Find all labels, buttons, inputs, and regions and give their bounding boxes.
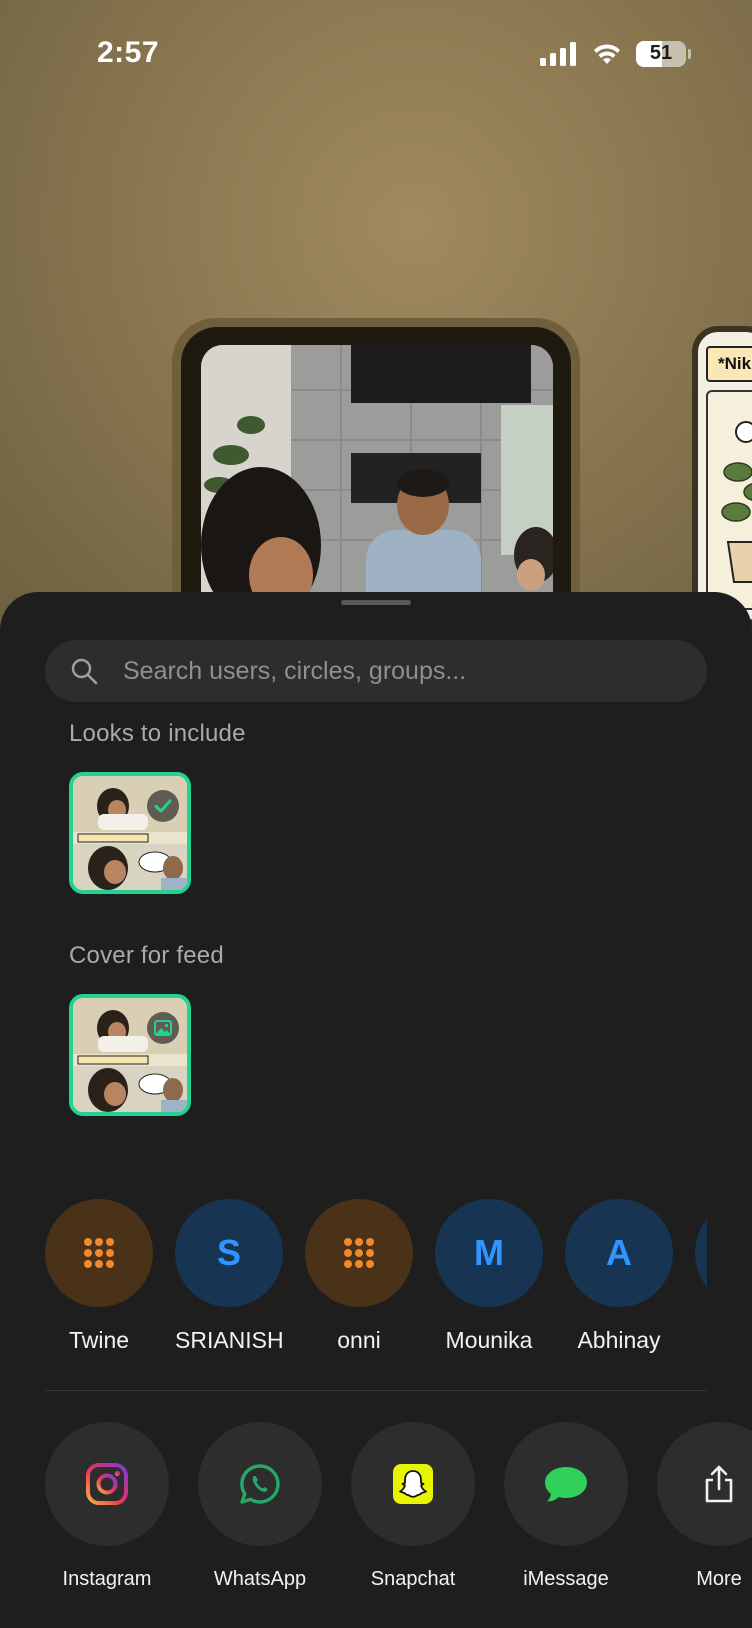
contact-name: Mounika (445, 1327, 533, 1353)
checkmark-icon (154, 799, 172, 813)
contact-abhinay[interactable]: A Abhinay (565, 1199, 673, 1354)
contact-name: Twine (68, 1327, 130, 1353)
image-icon (154, 1020, 172, 1036)
snapchat-icon (393, 1464, 433, 1504)
contact-mounika[interactable]: M Mounika (435, 1199, 543, 1354)
share-snapchat-button[interactable]: Snapchat (351, 1422, 475, 1591)
app-icon-circle (504, 1422, 628, 1546)
contact-name: onni (337, 1327, 381, 1353)
app-icon-circle (45, 1422, 169, 1546)
avatar: A (565, 1199, 673, 1307)
battery-percentage: 51 (649, 42, 673, 64)
selected-check-badge (147, 790, 179, 822)
avatar (45, 1199, 153, 1307)
battery-nub (688, 49, 691, 59)
cover-section-title: Cover for feed (69, 942, 224, 969)
contact-onni[interactable]: onni (305, 1199, 413, 1354)
recipients-row: Twine S SRIANISH onni M Mounika A Abhina… (45, 1199, 707, 1359)
share-sheet: Looks to include Cover for feed (0, 592, 752, 1628)
app-label: WhatsApp (213, 1568, 307, 1590)
share-more-button[interactable]: More (657, 1422, 752, 1591)
app-label: Instagram (62, 1568, 152, 1590)
share-whatsapp-button[interactable]: WhatsApp (198, 1422, 322, 1591)
wifi-icon (594, 44, 620, 64)
cellular-signal-icon (540, 42, 576, 66)
avatar: M (435, 1199, 543, 1307)
comic-plant-illustration (721, 421, 752, 583)
app-label: More (696, 1568, 742, 1590)
instagram-icon (86, 1463, 128, 1505)
avatar: S (175, 1199, 283, 1307)
share-imessage-button[interactable]: iMessage (504, 1422, 628, 1591)
app-label: Snapchat (370, 1568, 456, 1590)
contact-srianish[interactable]: S SRIANISH (175, 1199, 284, 1354)
look-thumbnail-selected[interactable] (69, 772, 191, 894)
status-time: 2:57 (97, 36, 160, 69)
avatar (695, 1199, 707, 1307)
avatar-initial: M (474, 1232, 504, 1273)
search-icon (71, 658, 98, 685)
comic-panel (706, 390, 752, 610)
section-divider (45, 1390, 707, 1391)
battery-indicator: 51 (636, 41, 686, 67)
contact-partial[interactable] (695, 1199, 707, 1307)
comic-caption: *Nik (706, 346, 752, 382)
contact-name: Abhinay (577, 1327, 661, 1353)
app-icon-circle (657, 1422, 752, 1546)
imessage-icon (545, 1467, 587, 1502)
share-icon (705, 1465, 733, 1503)
app-label: iMessage (523, 1568, 609, 1590)
avatar-initial: S (216, 1232, 241, 1273)
sheet-grabber-handle[interactable] (341, 600, 411, 605)
app-icon-circle (198, 1422, 322, 1546)
avatar-initial: A (606, 1232, 632, 1273)
contact-name: SRIANISH (175, 1327, 284, 1353)
cover-thumbnail[interactable] (69, 994, 191, 1116)
avatar (305, 1199, 413, 1307)
next-look-card[interactable]: *Nik (692, 326, 752, 626)
share-instagram-button[interactable]: Instagram (45, 1422, 169, 1591)
app-icon-circle (351, 1422, 475, 1546)
cover-image-badge (147, 1012, 179, 1044)
status-bar: 2:57 51 (0, 0, 752, 100)
search-input[interactable] (123, 640, 683, 702)
search-bar (45, 640, 707, 702)
twine-grid-icon (84, 1238, 114, 1268)
twine-grid-icon (344, 1238, 374, 1268)
contact-twine[interactable]: Twine (45, 1199, 153, 1354)
whatsapp-icon (240, 1464, 280, 1504)
looks-section-title: Looks to include (69, 720, 246, 747)
